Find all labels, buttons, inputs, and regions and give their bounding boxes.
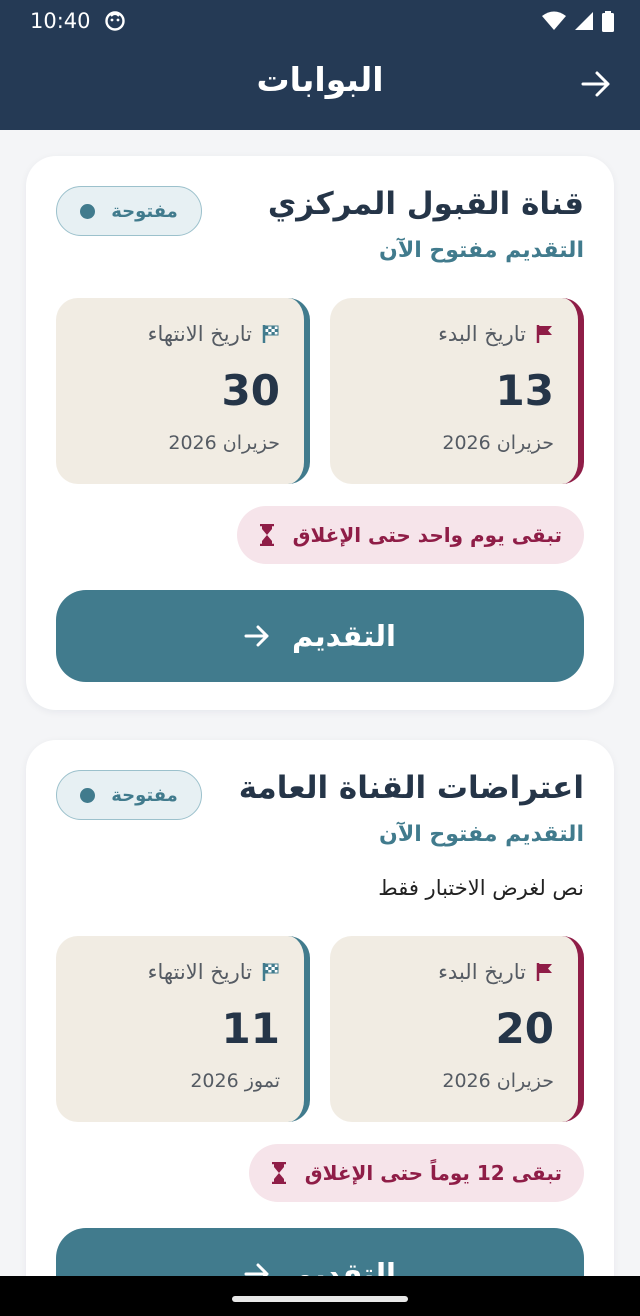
start-date-box: تاريخ البدء 20 حزيران 2026	[330, 936, 584, 1122]
status-time: 10:40	[30, 9, 91, 33]
notification-icon	[104, 11, 125, 31]
status-dot-icon	[80, 787, 96, 803]
hourglass-icon	[271, 1162, 286, 1184]
end-date-label-row: تاريخ الانتهاء	[148, 960, 280, 984]
remaining-time-label: تبقى 12 يوماً حتى الإغلاق	[304, 1161, 562, 1185]
home-indicator[interactable]	[232, 1296, 408, 1302]
status-badge-label: مفتوحة	[111, 784, 178, 806]
end-date-month: حزيران 2026	[168, 432, 280, 454]
apply-button-label: التقديم	[292, 1257, 396, 1276]
card-title: قناة القبول المركزي	[267, 186, 584, 222]
card-description: نص لغرض الاختبار فقط	[378, 876, 584, 900]
start-date-label: تاريخ البدء	[438, 322, 526, 346]
card-subtitle: التقديم مفتوح الآن	[379, 238, 584, 263]
wifi-icon	[542, 11, 566, 30]
start-date-day: 20	[495, 1004, 554, 1053]
page-title: البوابات	[256, 60, 384, 99]
start-date-box: تاريخ البدء 13 حزيران 2026	[330, 298, 584, 484]
arrow-right-icon	[244, 625, 269, 647]
card-title: اعتراضات القناة العامة	[238, 770, 584, 806]
checkered-flag-icon	[262, 325, 279, 343]
checkered-flag-icon	[262, 963, 279, 981]
end-date-month: تموز 2026	[190, 1070, 280, 1092]
portal-card: قناة القبول المركزي مفتوحة التقديم مفتوح…	[26, 156, 614, 710]
remaining-time-badge: تبقى 12 يوماً حتى الإغلاق	[248, 1144, 584, 1202]
start-date-label-row: تاريخ البدء	[438, 322, 554, 346]
apply-button[interactable]: التقديم	[56, 1228, 584, 1276]
end-date-box: تاريخ الانتهاء 30 حزيران 2026	[56, 298, 310, 484]
apply-button[interactable]: التقديم	[56, 590, 584, 682]
status-dot-icon	[80, 203, 96, 219]
start-date-month: حزيران 2026	[442, 432, 554, 454]
end-date-box: تاريخ الانتهاء 11 تموز 2026	[56, 936, 310, 1122]
flag-icon	[536, 325, 552, 343]
status-icons	[542, 10, 614, 32]
remaining-time-badge: تبقى يوم واحد حتى الإغلاق	[236, 506, 584, 564]
hourglass-icon	[259, 524, 274, 546]
end-date-label: تاريخ الانتهاء	[147, 960, 252, 984]
card-subtitle: التقديم مفتوح الآن	[379, 822, 584, 847]
end-date-label: تاريخ الانتهاء	[147, 322, 252, 346]
start-date-label: تاريخ البدء	[438, 960, 526, 984]
flag-icon	[536, 963, 552, 981]
start-date-month: حزيران 2026	[442, 1070, 554, 1092]
system-nav-bar	[0, 1276, 640, 1316]
signal-icon	[575, 12, 593, 30]
portal-card: اعتراضات القناة العامة مفتوحة التقديم مف…	[26, 740, 614, 1276]
remaining-time-label: تبقى يوم واحد حتى الإغلاق	[292, 523, 562, 547]
app-bar: البوابات	[0, 42, 640, 130]
start-date-day: 13	[495, 366, 554, 415]
apply-button-label: التقديم	[292, 619, 396, 653]
status-badge-label: مفتوحة	[111, 200, 178, 222]
end-date-label-row: تاريخ الانتهاء	[148, 322, 280, 346]
status-badge: مفتوحة	[56, 770, 202, 820]
end-date-day: 11	[221, 1004, 280, 1053]
arrow-right-icon	[244, 1263, 269, 1276]
status-left: 10:40	[30, 9, 125, 33]
status-badge: مفتوحة	[56, 186, 202, 236]
status-bar: 10:40	[0, 0, 640, 42]
start-date-label-row: تاريخ البدء	[438, 960, 554, 984]
portal-list[interactable]: قناة القبول المركزي مفتوحة التقديم مفتوح…	[0, 130, 640, 1276]
end-date-day: 30	[221, 366, 280, 415]
battery-icon	[602, 10, 614, 32]
